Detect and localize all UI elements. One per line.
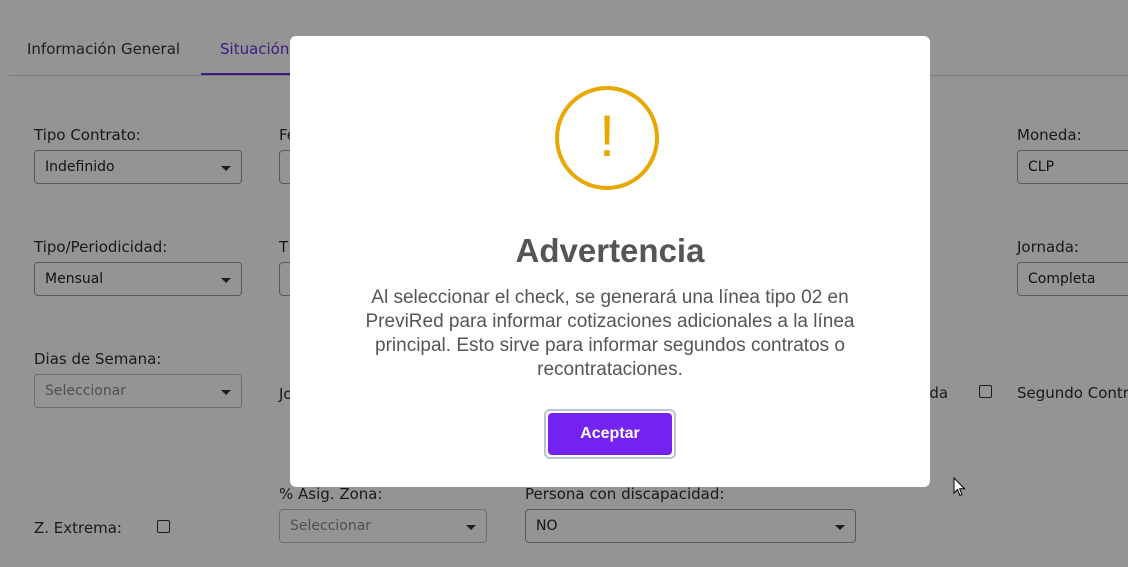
accept-button-focus-ring: Aceptar	[544, 409, 676, 459]
warning-dialog: ! Advertencia Al seleccionar el check, s…	[290, 36, 930, 487]
accept-button[interactable]: Aceptar	[548, 413, 672, 455]
dialog-message-line: PreviRed para informar cotizaciones adic…	[365, 311, 855, 332]
dialog-message-line: recontrataciones.	[537, 359, 683, 380]
dialog-message-line: Al seleccionar el check, se generará una…	[371, 287, 849, 308]
dialog-message-line: principal. Esto sirve para informar segu…	[375, 335, 845, 356]
dialog-title: Advertencia	[515, 232, 705, 269]
dialog-message: Al seleccionar el check, se generará una…	[330, 286, 890, 382]
mouse-cursor-icon	[953, 477, 966, 497]
exclamation-glyph: !	[598, 104, 616, 169]
warning-icon: !	[555, 86, 659, 190]
